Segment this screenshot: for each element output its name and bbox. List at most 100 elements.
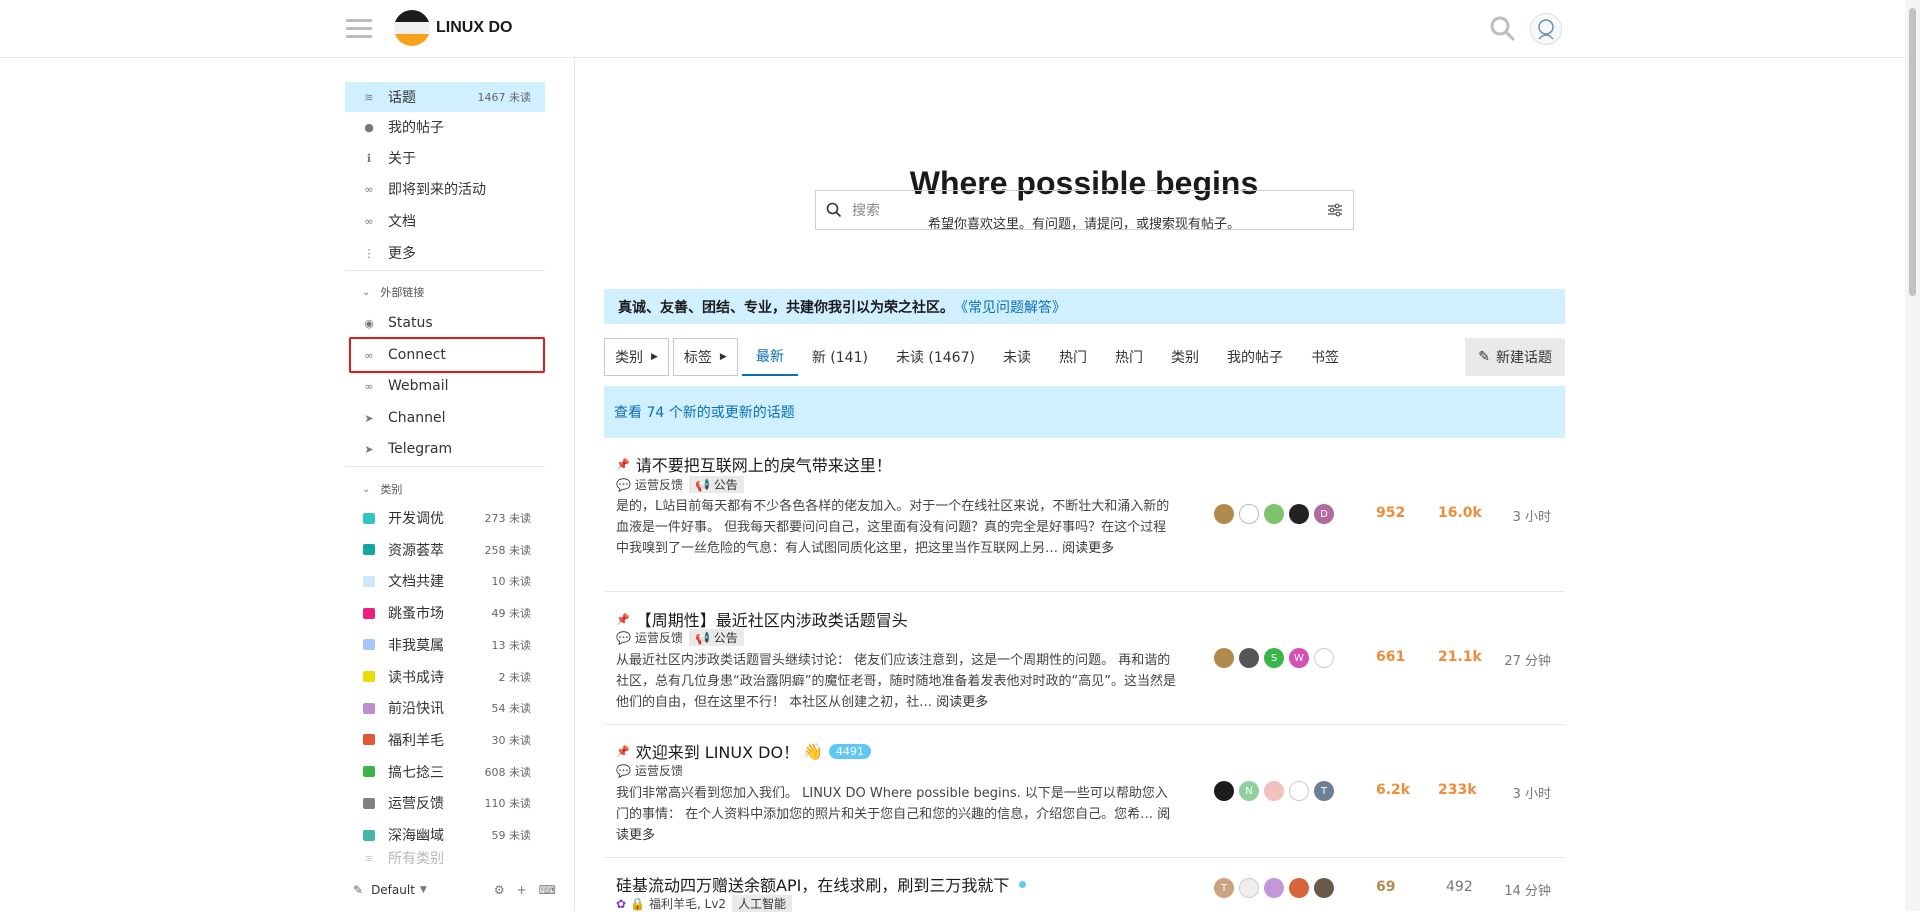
faq-link[interactable]: 《常见问题解答》 xyxy=(954,297,1066,317)
search-icon[interactable] xyxy=(1488,14,1518,44)
sidebar-item-category[interactable]: 文档共建 10 未读 xyxy=(345,566,545,596)
sidebar-item-category[interactable]: 非我莫属 13 未读 xyxy=(345,630,545,660)
read-more-link[interactable]: 阅读更多 xyxy=(936,695,988,710)
poster-avatars: S W xyxy=(1214,648,1339,668)
tab-latest[interactable]: 最新 xyxy=(741,338,798,376)
avatar[interactable]: D xyxy=(1314,504,1334,524)
reply-count[interactable]: 661 xyxy=(1376,649,1405,665)
avatar[interactable] xyxy=(1289,781,1309,801)
theme-selector[interactable]: Default xyxy=(371,883,415,897)
topic-title[interactable]: 硅基流动四万赠送余额API，在线求刷，刷到三万我就下 xyxy=(616,872,1027,896)
user-avatar[interactable] xyxy=(1530,13,1562,45)
tab-top[interactable]: 热门 xyxy=(1101,338,1157,376)
scrollbar-thumb[interactable] xyxy=(1909,8,1916,296)
gear-icon[interactable]: ⚙ xyxy=(494,883,505,897)
tab-my-posts[interactable]: 我的帖子 xyxy=(1213,338,1297,376)
category-badge[interactable]: 运营反馈 xyxy=(635,629,683,646)
category-badge[interactable]: 福利羊毛, Lv2 xyxy=(649,895,726,912)
unread-badge[interactable]: 4491 xyxy=(829,743,871,759)
tag-dropdown[interactable]: 标签 ▶ xyxy=(672,338,738,376)
activity-age[interactable]: 3 小时 xyxy=(1513,506,1551,525)
activity-age[interactable]: 27 分钟 xyxy=(1504,650,1551,669)
info-icon: ℹ xyxy=(366,151,372,165)
category-badge[interactable]: 运营反馈 xyxy=(635,762,683,779)
avatar[interactable] xyxy=(1214,781,1234,801)
avatar[interactable]: S xyxy=(1264,648,1284,668)
sidebar-item-all-categories[interactable]: ≡ 所有类别 xyxy=(345,849,545,867)
avatar[interactable] xyxy=(1239,648,1259,668)
avatar[interactable] xyxy=(1214,504,1234,524)
page-scrollbar[interactable] xyxy=(1905,0,1920,911)
avatar[interactable] xyxy=(1289,504,1309,524)
avatar[interactable] xyxy=(1264,781,1284,801)
tab-new[interactable]: 新 (141) xyxy=(798,338,882,376)
avatar[interactable] xyxy=(1239,504,1259,524)
section-header-categories[interactable]: ⌄ 类别 xyxy=(362,481,402,497)
avatar[interactable]: T xyxy=(1314,781,1334,801)
section-header-external-links[interactable]: ⌄ 外部链接 xyxy=(362,284,424,300)
tab-hot[interactable]: 热门 xyxy=(1045,338,1101,376)
sidebar-item-connect[interactable]: ∞ Connect xyxy=(345,340,545,370)
category-badge[interactable]: 运营反馈 xyxy=(635,476,683,493)
sidebar-item-more[interactable]: ⋮ 更多 xyxy=(345,238,545,268)
avatar[interactable] xyxy=(1264,878,1284,898)
sidebar-item-category[interactable]: 读书成诗 2 未读 xyxy=(345,662,545,692)
avatar[interactable]: T xyxy=(1214,878,1234,898)
sidebar-item-status[interactable]: ◉ Status xyxy=(345,308,545,338)
tag-badge[interactable]: 📢 公告 xyxy=(688,629,744,646)
sidebar-item-category[interactable]: 前沿快讯 54 未读 xyxy=(345,693,545,723)
avatar[interactable] xyxy=(1314,648,1334,668)
sidebar-item-about[interactable]: ℹ 关于 xyxy=(345,143,545,173)
sidebar-item-events[interactable]: ∞ 即将到来的活动 xyxy=(345,174,545,204)
topic-row: 📌 请不要把互联网上的戾气带来这里！ 💬 运营反馈 📢 公告 是的，L站目前每天… xyxy=(604,440,1565,592)
new-topics-notice[interactable]: 查看 74 个新的或更新的话题 xyxy=(604,386,1565,438)
sidebar-item-topics[interactable]: ≋ 话题 1467 未读 xyxy=(345,82,545,112)
category-icon xyxy=(363,797,375,809)
tag-badge[interactable]: 人工智能 xyxy=(732,895,793,912)
search-input[interactable]: 搜索 xyxy=(815,190,1354,230)
site-name[interactable]: LINUX DO xyxy=(436,19,512,37)
site-logo[interactable] xyxy=(394,10,430,46)
avatar[interactable] xyxy=(1264,504,1284,524)
sidebar-item-category[interactable]: 搞七捻三 608 未读 xyxy=(345,757,545,787)
new-topic-button[interactable]: ✎ 新建话题 xyxy=(1465,338,1565,376)
tab-categories[interactable]: 类别 xyxy=(1157,338,1213,376)
activity-age[interactable]: 3 小时 xyxy=(1513,783,1551,802)
avatar[interactable] xyxy=(1239,878,1259,898)
tab-unread[interactable]: 未读 (1467) xyxy=(882,338,989,376)
tab-bookmarks[interactable]: 书签 xyxy=(1297,338,1353,376)
read-more-link[interactable]: 阅读更多 xyxy=(1062,541,1114,556)
sidebar-item-docs[interactable]: ∞ 文档 xyxy=(345,206,545,236)
avatar[interactable] xyxy=(1214,648,1234,668)
sidebar-item-webmail[interactable]: ∞ Webmail xyxy=(345,371,545,401)
sidebar-item-category[interactable]: 运营反馈 110 未读 xyxy=(345,788,545,818)
reply-count[interactable]: 69 xyxy=(1376,879,1395,895)
tag-badge[interactable]: 📢 公告 xyxy=(688,476,744,493)
avatar[interactable]: W xyxy=(1289,648,1309,668)
reply-count[interactable]: 952 xyxy=(1376,505,1405,521)
sidebar-item-category[interactable]: 福利羊毛 30 未读 xyxy=(345,725,545,755)
sidebar-item-category[interactable]: 跳蚤市场 49 未读 xyxy=(345,598,545,628)
avatar[interactable]: N xyxy=(1239,781,1259,801)
keyboard-icon[interactable]: ⌨ xyxy=(539,883,556,897)
tab-unread-2[interactable]: 未读 xyxy=(989,338,1045,376)
sidebar-item-my-posts[interactable]: ● 我的帖子 xyxy=(345,112,545,142)
topic-title[interactable]: 📌 【周期性】最近社区内涉政类话题冒头 xyxy=(616,607,908,631)
plus-icon[interactable]: + xyxy=(517,883,527,897)
reply-count[interactable]: 6.2k xyxy=(1376,782,1410,798)
sidebar-item-category[interactable]: 资源荟萃 258 未读 xyxy=(345,535,545,565)
activity-age[interactable]: 14 分钟 xyxy=(1504,880,1551,899)
sidebar-item-telegram[interactable]: ➤ Telegram xyxy=(345,434,545,464)
topic-row: 📌 欢迎来到 LINUX DO！ 👋 4491 💬 运营反馈 我们非常高兴看到您… xyxy=(604,726,1565,858)
category-dropdown[interactable]: 类别 ▶ xyxy=(604,338,669,376)
filter-sliders-icon[interactable] xyxy=(1327,203,1343,217)
topic-title[interactable]: 📌 欢迎来到 LINUX DO！ 👋 4491 xyxy=(616,739,871,763)
topic-title[interactable]: 📌 请不要把互联网上的戾气带来这里！ xyxy=(616,452,892,476)
sidebar-item-channel[interactable]: ➤ Channel xyxy=(345,403,545,433)
avatar[interactable] xyxy=(1314,878,1334,898)
chevron-down-icon[interactable]: ▼ xyxy=(420,885,427,895)
avatar[interactable] xyxy=(1289,878,1309,898)
hamburger-menu-icon[interactable] xyxy=(346,16,372,40)
sidebar-item-category[interactable]: 深海幽域 59 未读 xyxy=(345,820,545,850)
sidebar-item-category[interactable]: 开发调优 273 未读 xyxy=(345,503,545,533)
